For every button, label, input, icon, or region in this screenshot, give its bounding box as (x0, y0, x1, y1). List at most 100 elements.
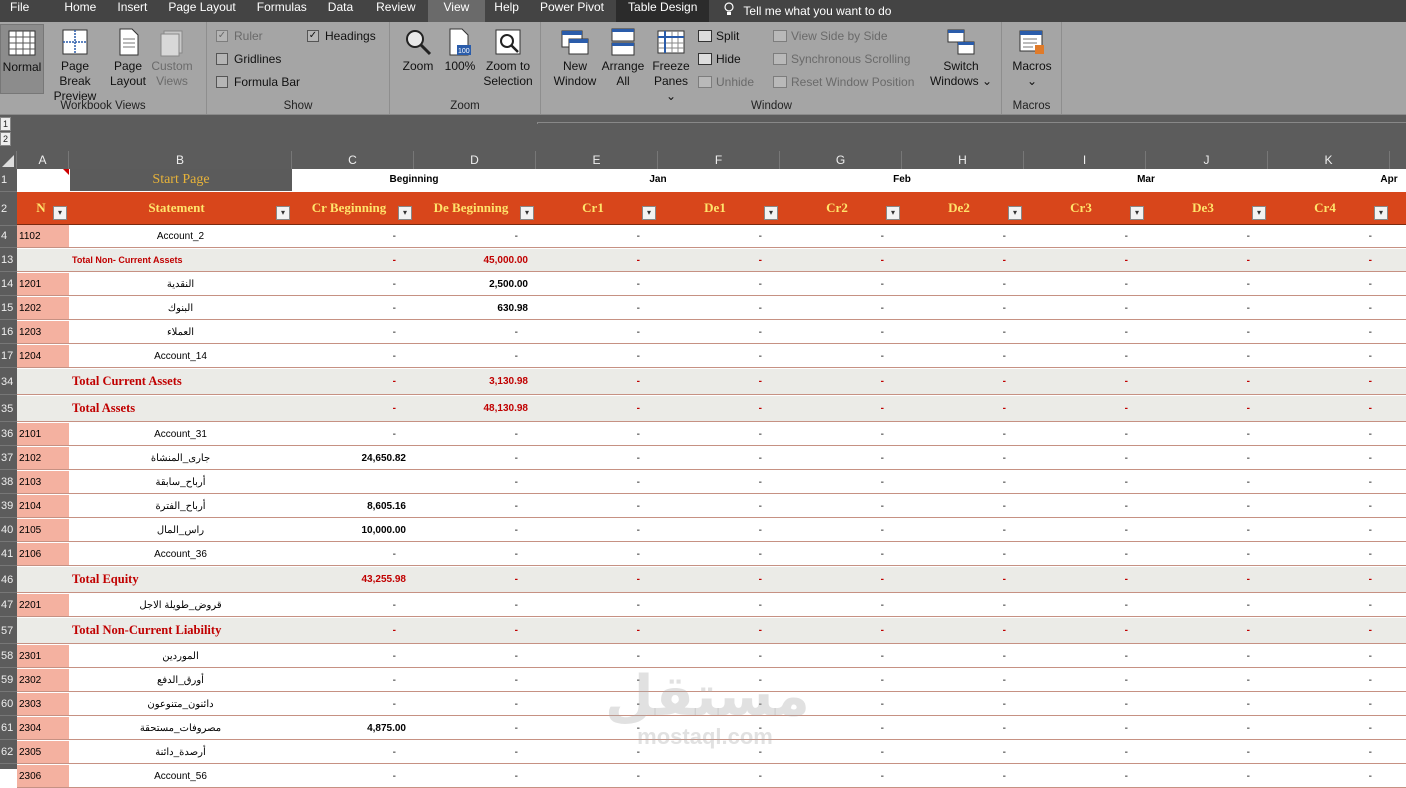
tab-home[interactable]: Home (55, 0, 108, 22)
period-value-cell[interactable]: - (1268, 249, 1390, 271)
cr-beginning-cell[interactable]: - (292, 396, 414, 421)
tab-data[interactable]: Data (319, 0, 367, 22)
de-beginning-cell[interactable]: 630.98 (414, 297, 536, 319)
filter-dropdown-icon[interactable]: ▾ (1130, 206, 1144, 220)
period-value-cell[interactable]: - (1024, 765, 1146, 787)
period-value-cell[interactable]: - (780, 594, 902, 616)
period-value-cell[interactable]: - (536, 297, 658, 319)
period-value-cell[interactable]: - (1146, 765, 1268, 787)
period-value-cell[interactable]: - (536, 321, 658, 343)
period-value-cell[interactable]: - (536, 369, 658, 394)
column-header-k[interactable]: K (1268, 151, 1390, 169)
period-value-cell[interactable]: - (1146, 693, 1268, 715)
tab-page-layout[interactable]: Page Layout (159, 0, 247, 22)
period-value-cell[interactable]: - (780, 471, 902, 493)
column-header-c[interactable]: C (292, 151, 414, 169)
cr-beginning-cell[interactable]: - (292, 543, 414, 565)
period-value-cell[interactable]: - (536, 273, 658, 295)
zoom-to-selection-button[interactable]: Zoom to Selection (480, 27, 536, 89)
statement-cell[interactable]: مصروفات_مستحقة (69, 717, 292, 739)
period-value-cell[interactable]: - (1146, 249, 1268, 271)
cr-beginning-cell[interactable]: - (292, 321, 414, 343)
period-value-cell[interactable]: - (1024, 273, 1146, 295)
period-value-cell[interactable]: - (1268, 471, 1390, 493)
period-value-cell[interactable]: - (1268, 423, 1390, 445)
row-header[interactable]: 41 (0, 543, 17, 566)
split-button[interactable]: Split (698, 29, 739, 43)
period-value-cell[interactable]: - (902, 249, 1024, 271)
period-value-cell[interactable]: - (780, 297, 902, 319)
row-header[interactable]: 34 (0, 369, 17, 395)
column-header-a[interactable]: A (17, 151, 69, 169)
statement-cell[interactable]: Account_2 (69, 225, 292, 247)
cr-beginning-cell[interactable]: - (292, 225, 414, 247)
period-value-cell[interactable]: - (902, 423, 1024, 445)
account-number-cell[interactable]: 1201 (17, 273, 69, 295)
period-value-cell[interactable]: - (1268, 369, 1390, 394)
period-value-cell[interactable]: - (1268, 594, 1390, 616)
row-header[interactable]: 4 (0, 225, 17, 248)
filter-dropdown-icon[interactable]: ▾ (53, 206, 67, 220)
period-value-cell[interactable]: - (1024, 495, 1146, 517)
period-value-cell[interactable]: - (902, 297, 1024, 319)
tab-file[interactable]: File (0, 0, 55, 22)
period-value-cell[interactable]: - (1146, 495, 1268, 517)
row-header[interactable]: 15 (0, 297, 17, 320)
unhide-button[interactable]: Unhide (698, 75, 754, 89)
statement-cell[interactable]: النقدية (69, 273, 292, 295)
statement-cell[interactable]: Total Assets (69, 396, 292, 421)
cr-beginning-cell[interactable]: 8,605.16 (292, 495, 414, 517)
period-value-cell[interactable]: - (902, 495, 1024, 517)
column-header-d[interactable]: D (414, 151, 536, 169)
zoom-button[interactable]: Zoom (398, 27, 438, 74)
de-beginning-cell[interactable]: 45,000.00 (414, 249, 536, 271)
cr-beginning-cell[interactable]: - (292, 765, 414, 787)
period-value-cell[interactable]: - (1268, 321, 1390, 343)
row-header[interactable]: 2 (0, 192, 17, 226)
period-value-cell[interactable]: - (902, 396, 1024, 421)
reset-window-position-button[interactable]: Reset Window Position (773, 75, 914, 89)
period-value-cell[interactable]: - (1268, 519, 1390, 541)
period-value-cell[interactable]: - (902, 447, 1024, 469)
de-beginning-cell[interactable]: - (414, 693, 536, 715)
cr-beginning-cell[interactable]: - (292, 618, 414, 643)
filter-dropdown-icon[interactable]: ▾ (642, 206, 656, 220)
account-number-cell[interactable]: 2303 (17, 693, 69, 715)
period-value-cell[interactable]: - (1146, 567, 1268, 592)
account-number-cell[interactable] (17, 369, 69, 394)
period-value-cell[interactable]: - (658, 321, 780, 343)
period-value-cell[interactable]: - (1146, 645, 1268, 667)
tab-table-design[interactable]: Table Design (616, 0, 710, 22)
period-value-cell[interactable]: - (1024, 321, 1146, 343)
statement-cell[interactable]: Account_31 (69, 423, 292, 445)
de-beginning-cell[interactable]: - (414, 447, 536, 469)
period-value-cell[interactable]: - (1024, 471, 1146, 493)
synchronous-scrolling-button[interactable]: Synchronous Scrolling (773, 52, 910, 66)
period-value-cell[interactable]: - (1146, 423, 1268, 445)
normal-view-button[interactable]: Normal (0, 24, 44, 94)
headings-checkbox[interactable]: ✓ Headings (307, 29, 376, 43)
period-value-cell[interactable]: - (1146, 297, 1268, 319)
column-header-e[interactable]: E (536, 151, 658, 169)
period-value-cell[interactable]: - (780, 519, 902, 541)
period-value-cell[interactable]: - (1146, 717, 1268, 739)
period-value-cell[interactable]: - (1024, 567, 1146, 592)
period-value-cell[interactable]: - (1024, 717, 1146, 739)
period-value-cell[interactable]: - (902, 519, 1024, 541)
period-value-cell[interactable]: - (780, 447, 902, 469)
period-value-cell[interactable]: - (658, 618, 780, 643)
hide-button[interactable]: Hide (698, 52, 741, 66)
row-header[interactable]: 39 (0, 495, 17, 518)
de-beginning-cell[interactable]: - (414, 495, 536, 517)
period-value-cell[interactable]: - (780, 369, 902, 394)
cr-beginning-cell[interactable]: - (292, 741, 414, 763)
period-value-cell[interactable]: - (1268, 645, 1390, 667)
account-number-cell[interactable]: 2101 (17, 423, 69, 445)
period-value-cell[interactable]: - (902, 618, 1024, 643)
period-value-cell[interactable]: - (1024, 741, 1146, 763)
row-header[interactable]: 47 (0, 594, 17, 617)
statement-cell[interactable]: أرصدة_دائنة (69, 741, 292, 763)
period-value-cell[interactable]: - (1024, 645, 1146, 667)
period-value-cell[interactable]: - (1024, 693, 1146, 715)
column-header-i[interactable]: I (1024, 151, 1146, 169)
